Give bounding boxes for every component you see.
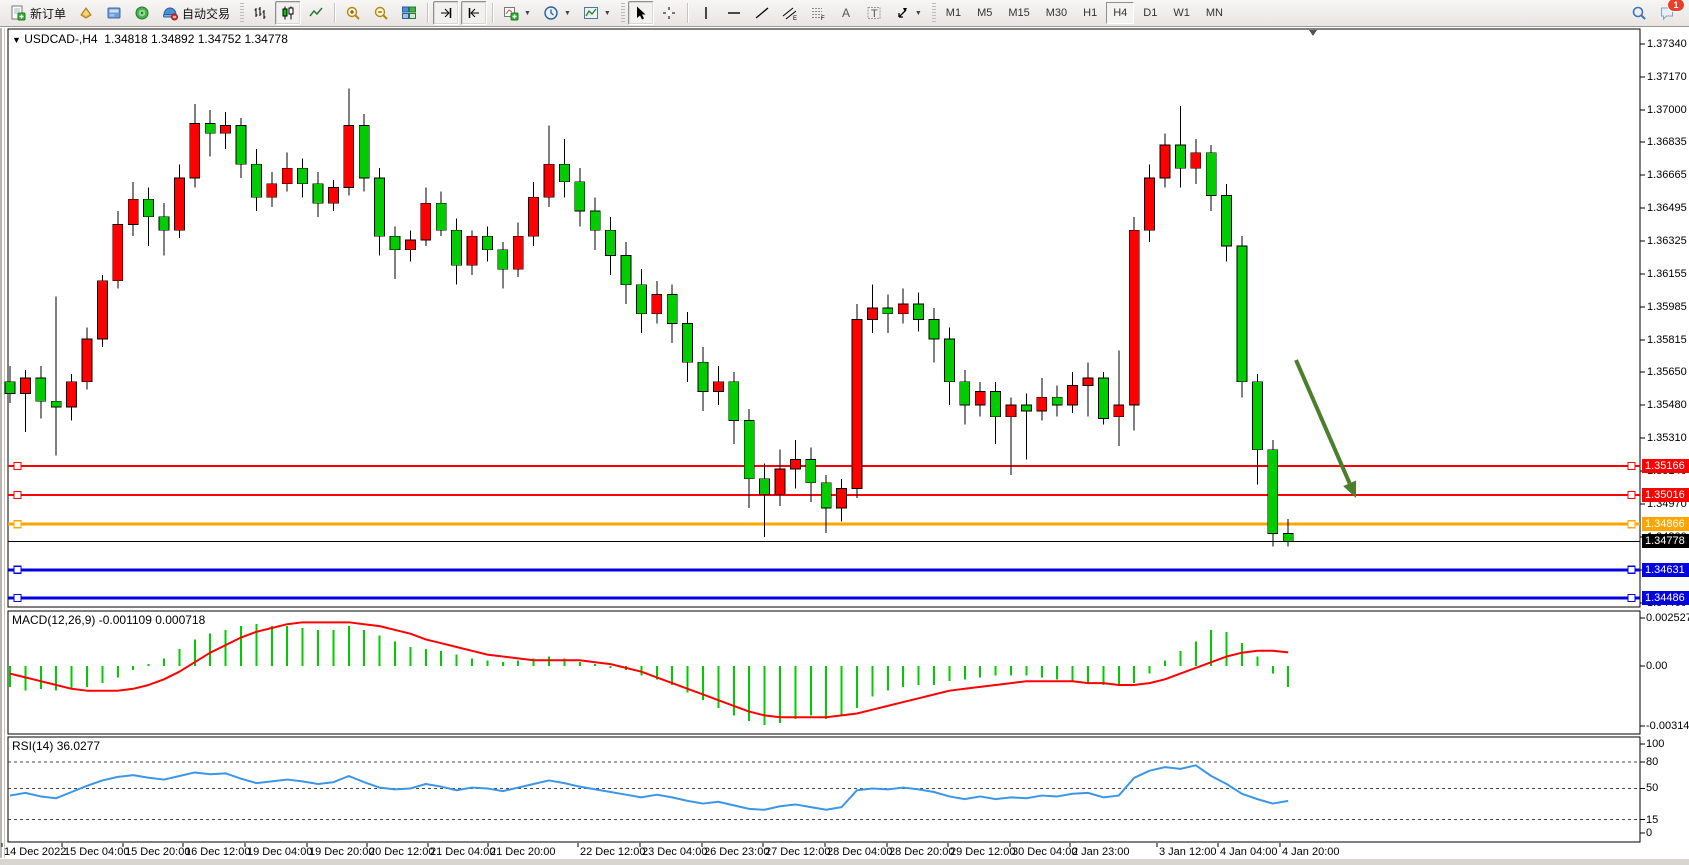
level-price-chip: 1.34866 <box>1642 517 1689 531</box>
price-scale-value: 1.35480 <box>1647 399 1687 411</box>
time-axis-label: 28 Dec 04:00 <box>827 846 892 858</box>
rsi-scale-value: 50 <box>1646 782 1658 794</box>
time-axis-label: 16 Dec 12:00 <box>185 846 250 858</box>
time-axis-label: 19 Dec 20:00 <box>309 846 374 858</box>
price-scale-value: 1.36155 <box>1647 268 1687 280</box>
time-axis-label: 14 Dec 2022 <box>4 846 66 858</box>
pane-border-0 <box>8 29 1640 607</box>
time-axis-label: 15 Dec 04:00 <box>64 846 129 858</box>
bid-price-chip: 1.34778 <box>1642 534 1689 548</box>
time-axis-label: 29 Dec 12:00 <box>950 846 1015 858</box>
time-axis-label: 4 Jan 20:00 <box>1282 846 1340 858</box>
time-axis-label: 26 Dec 23:00 <box>704 846 769 858</box>
time-axis-label: 21 Dec 04:00 <box>430 846 495 858</box>
time-axis-label: 22 Dec 12:00 <box>580 846 645 858</box>
time-axis-label: 3 Jan 12:00 <box>1159 846 1217 858</box>
time-axis-label: 28 Dec 20:00 <box>889 846 954 858</box>
price-scale-value: 1.36835 <box>1647 136 1687 148</box>
price-scale-value: 1.36495 <box>1647 202 1687 214</box>
time-axis-label: 27 Dec 12:00 <box>765 846 830 858</box>
time-axis-label: 23 Dec 04:00 <box>642 846 707 858</box>
symbol-period-label: USDCAD-,H4 <box>24 32 97 46</box>
level-price-chip: 1.35016 <box>1642 488 1689 502</box>
close-value: 1.34778 <box>244 32 287 46</box>
macd-scale-value: -0.003149 <box>1646 720 1689 732</box>
price-scale-value: 1.36665 <box>1647 169 1687 181</box>
rsi-scale-value: 100 <box>1646 738 1664 750</box>
time-axis-label: 15 Dec 20:00 <box>125 846 190 858</box>
price-scale-value: 1.37340 <box>1647 38 1687 50</box>
level-price-chip: 1.35166 <box>1642 459 1689 473</box>
rsi-scale-value: 80 <box>1646 756 1658 768</box>
price-scale-value: 1.35310 <box>1647 432 1687 444</box>
price-scale-value: 1.37000 <box>1647 104 1687 116</box>
macd-label: MACD(12,26,9) -0.001109 0.000718 <box>12 613 205 627</box>
macd-signal-value: 0.000718 <box>155 613 205 627</box>
level-price-chip: 1.34631 <box>1642 563 1689 577</box>
time-axis-label: 21 Dec 20:00 <box>490 846 555 858</box>
time-axis-label: 4 Jan 04:00 <box>1220 846 1278 858</box>
rsi-value: 36.0277 <box>57 739 100 753</box>
collapse-arrow-icon[interactable]: ▼ <box>12 35 21 45</box>
time-axis-label: 2 Jan 23:00 <box>1072 846 1130 858</box>
chart-title: ▼ USDCAD-,H4 1.34818 1.34892 1.34752 1.3… <box>12 32 288 46</box>
pane-border-2 <box>8 737 1640 842</box>
macd-hist-value: -0.001109 <box>99 613 152 627</box>
price-scale-value: 1.37170 <box>1647 71 1687 83</box>
macd-scale-value: 0.002527 <box>1646 612 1689 624</box>
rsi-scale-value: 0 <box>1646 827 1652 839</box>
time-axis-label: 20 Dec 12:00 <box>369 846 434 858</box>
rsi-scale-value: 15 <box>1646 814 1658 826</box>
time-axis-label: 19 Dec 04:00 <box>247 846 312 858</box>
price-scale-value: 1.35650 <box>1647 366 1687 378</box>
low-value: 1.34752 <box>198 32 241 46</box>
price-scale-value: 1.35815 <box>1647 334 1687 346</box>
high-value: 1.34892 <box>151 32 194 46</box>
pane-border-1 <box>8 611 1640 734</box>
time-axis-label: 30 Dec 04:00 <box>1012 846 1077 858</box>
rsi-label: RSI(14) 36.0277 <box>12 739 100 753</box>
level-price-chip: 1.34486 <box>1642 591 1689 605</box>
macd-scale-value: 0.00 <box>1646 660 1667 672</box>
price-scale-value: 1.35985 <box>1647 301 1687 313</box>
open-value: 1.34818 <box>104 32 147 46</box>
chart-canvas[interactable] <box>0 0 1689 865</box>
mt4-terminal-window: { "toolbar": { "new_order_label": "新订单",… <box>0 0 1689 865</box>
price-scale-value: 1.36325 <box>1647 235 1687 247</box>
